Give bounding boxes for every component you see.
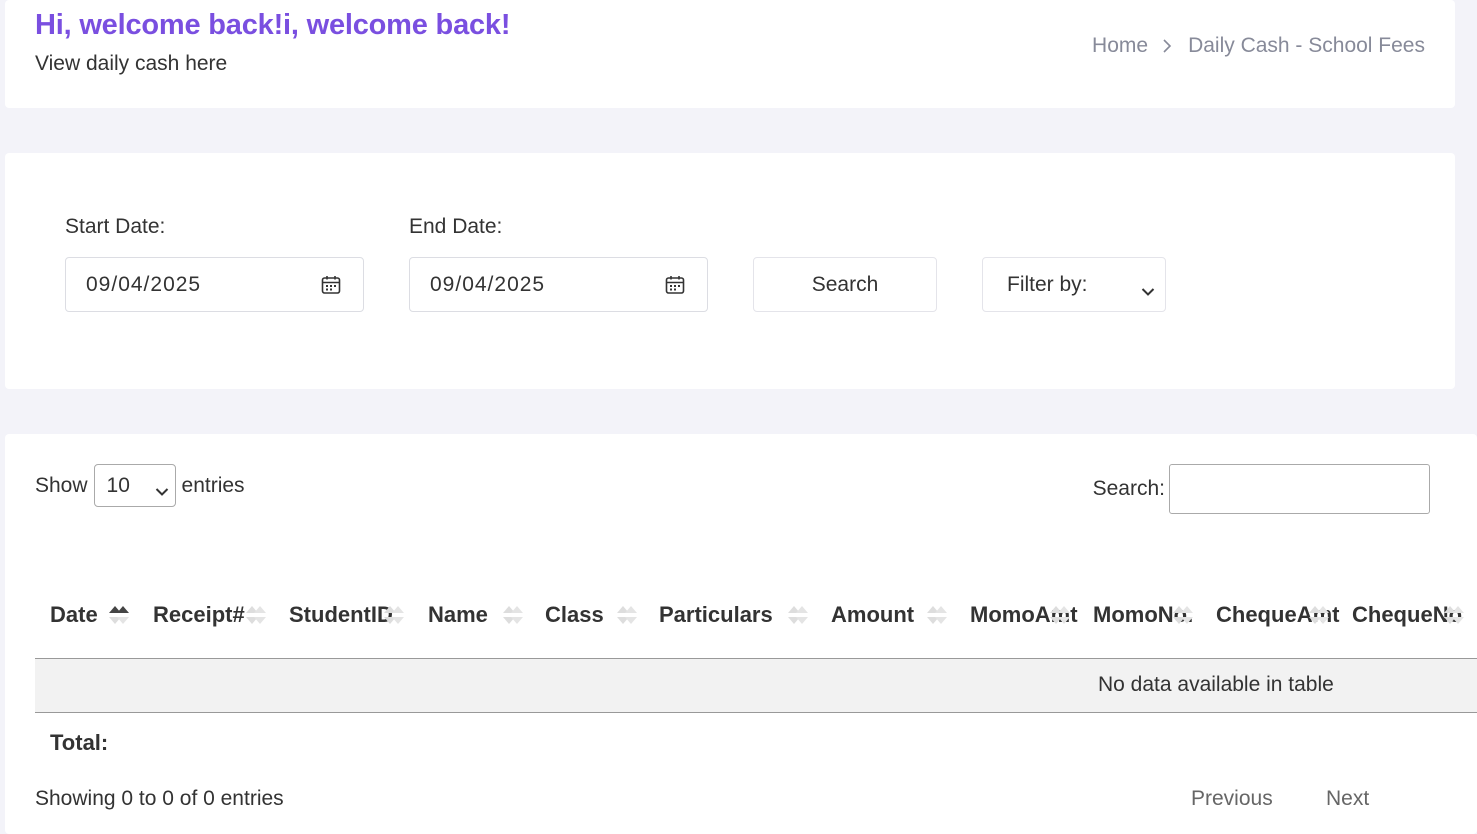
calendar-icon[interactable] xyxy=(321,275,341,300)
table-search: Search: xyxy=(1093,464,1430,514)
chevron-right-icon xyxy=(1162,38,1172,54)
column-header-class[interactable]: Class xyxy=(545,571,604,658)
page-length-select[interactable]: 10 xyxy=(93,464,176,507)
show-label: Show xyxy=(35,473,88,497)
calendar-icon[interactable] xyxy=(665,275,685,300)
end-date-label: End Date: xyxy=(409,215,503,238)
page-header: Hi, welcome back!i, welcome back! View d… xyxy=(5,0,1455,108)
column-header-label: Cheque xyxy=(1352,602,1433,627)
column-header-label: Student xyxy=(289,602,371,627)
sort-icon[interactable] xyxy=(242,571,270,658)
filter-by-select[interactable]: Filter by: xyxy=(982,257,1166,312)
search-button[interactable]: Search xyxy=(753,257,937,312)
sort-icon[interactable] xyxy=(380,571,408,658)
column-header-amount[interactable]: Amount xyxy=(831,571,914,658)
column-header-receipt[interactable]: Receipt # xyxy=(153,571,245,658)
column-header-student-id[interactable]: Student ID xyxy=(289,571,393,658)
column-header-label: Class xyxy=(545,602,604,627)
table-info: Showing 0 to 0 of 0 entries xyxy=(35,787,284,810)
page-length-value: 10 xyxy=(106,473,130,497)
end-date-value: 09/04/2025 xyxy=(430,272,546,296)
chevron-down-icon xyxy=(155,479,169,503)
end-date-input[interactable]: 09/04/2025 xyxy=(409,257,708,312)
welcome-title: Hi, welcome back!i, welcome back! xyxy=(35,9,511,41)
start-date-input[interactable]: 09/04/2025 xyxy=(65,257,364,312)
previous-button[interactable]: Previous xyxy=(1191,787,1273,811)
table-panel: Show 10 entries Search: Date Receipt # Stud… xyxy=(5,434,1477,834)
column-header-label: Receipt xyxy=(153,602,233,627)
breadcrumb-current: Daily Cash - School Fees xyxy=(1188,34,1425,57)
empty-message: No data available in table xyxy=(1098,673,1334,696)
start-date-label: Start Date: xyxy=(65,215,166,238)
column-header-label: Cheque xyxy=(1216,602,1297,627)
breadcrumb-home[interactable]: Home xyxy=(1092,34,1148,58)
entries-label: entries xyxy=(181,473,245,497)
column-header-label: Particulars xyxy=(659,602,773,627)
column-header-label: Momo xyxy=(1093,602,1158,627)
chevron-down-icon xyxy=(1141,279,1155,303)
sort-icon[interactable] xyxy=(105,571,133,658)
sort-icon[interactable] xyxy=(1305,571,1333,658)
filter-by-value: Filter by: xyxy=(1007,272,1088,296)
next-button[interactable]: Next xyxy=(1326,787,1369,811)
column-header-date[interactable]: Date xyxy=(50,571,98,658)
table-header: Date Receipt # Student ID Name Class Particular… xyxy=(35,571,1477,659)
filter-panel: Start Date: 09/04/2025 End Date: 09/04/2… xyxy=(5,153,1455,389)
sort-icon[interactable] xyxy=(923,571,951,658)
sort-icon[interactable] xyxy=(1169,571,1197,658)
column-header-label: Date xyxy=(50,602,98,627)
sort-icon[interactable] xyxy=(784,571,812,658)
page-length-control: Show 10 entries xyxy=(35,464,245,507)
column-header-label: Name xyxy=(428,602,488,627)
sort-icon[interactable] xyxy=(613,571,641,658)
page-subtitle: View daily cash here xyxy=(35,52,228,75)
start-date-value: 09/04/2025 xyxy=(86,272,202,296)
column-header-name[interactable]: Name xyxy=(428,571,488,658)
sort-icon[interactable] xyxy=(499,571,527,658)
column-header-label: Momo xyxy=(970,602,1035,627)
table-empty-row: No data available in table xyxy=(35,659,1477,713)
breadcrumb: Home Daily Cash - School Fees xyxy=(1092,34,1425,58)
column-header-particulars[interactable]: Particulars xyxy=(659,571,773,658)
total-label: Total: xyxy=(50,730,109,755)
sort-icon[interactable] xyxy=(1046,571,1074,658)
search-label: Search: xyxy=(1092,477,1165,500)
search-input[interactable] xyxy=(1169,464,1430,514)
sort-icon[interactable] xyxy=(1440,571,1468,658)
column-header-label: Amount xyxy=(831,602,915,627)
